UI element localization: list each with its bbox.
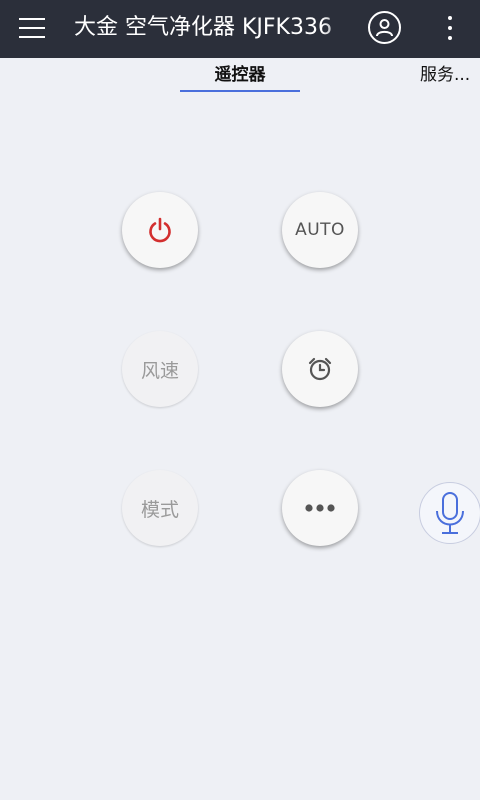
title-fade [322, 10, 354, 46]
tab-indicator [180, 90, 300, 92]
alarm-clock-icon [308, 357, 332, 381]
page-title: 大金 空气净化器 KJFK336 [74, 15, 332, 40]
voice-button[interactable] [419, 482, 480, 544]
app-bar: 大金 空气净化器 KJFK336 [0, 0, 480, 58]
tab-remote[interactable]: 遥控器 [180, 58, 300, 94]
tab-bar: 遥控器 服务... [0, 58, 480, 96]
timer-button[interactable] [282, 331, 358, 407]
auto-button[interactable]: AUTO [282, 192, 358, 268]
more-vert-icon[interactable] [440, 13, 460, 43]
more-functions-button[interactable] [282, 470, 358, 546]
more-horiz-icon [305, 504, 335, 512]
power-icon [149, 217, 171, 243]
fan-speed-button[interactable]: 风速 [122, 331, 198, 407]
mode-button[interactable]: 模式 [122, 470, 198, 546]
microphone-icon [436, 492, 464, 534]
power-button[interactable] [122, 192, 198, 268]
mode-label: 模式 [140, 498, 179, 521]
tab-service[interactable]: 服务... [420, 58, 480, 94]
account-circle-icon[interactable] [368, 11, 401, 44]
hamburger-menu-icon[interactable] [19, 17, 45, 39]
fan-speed-label: 风速 [140, 359, 179, 382]
auto-label: AUTO [295, 220, 345, 240]
